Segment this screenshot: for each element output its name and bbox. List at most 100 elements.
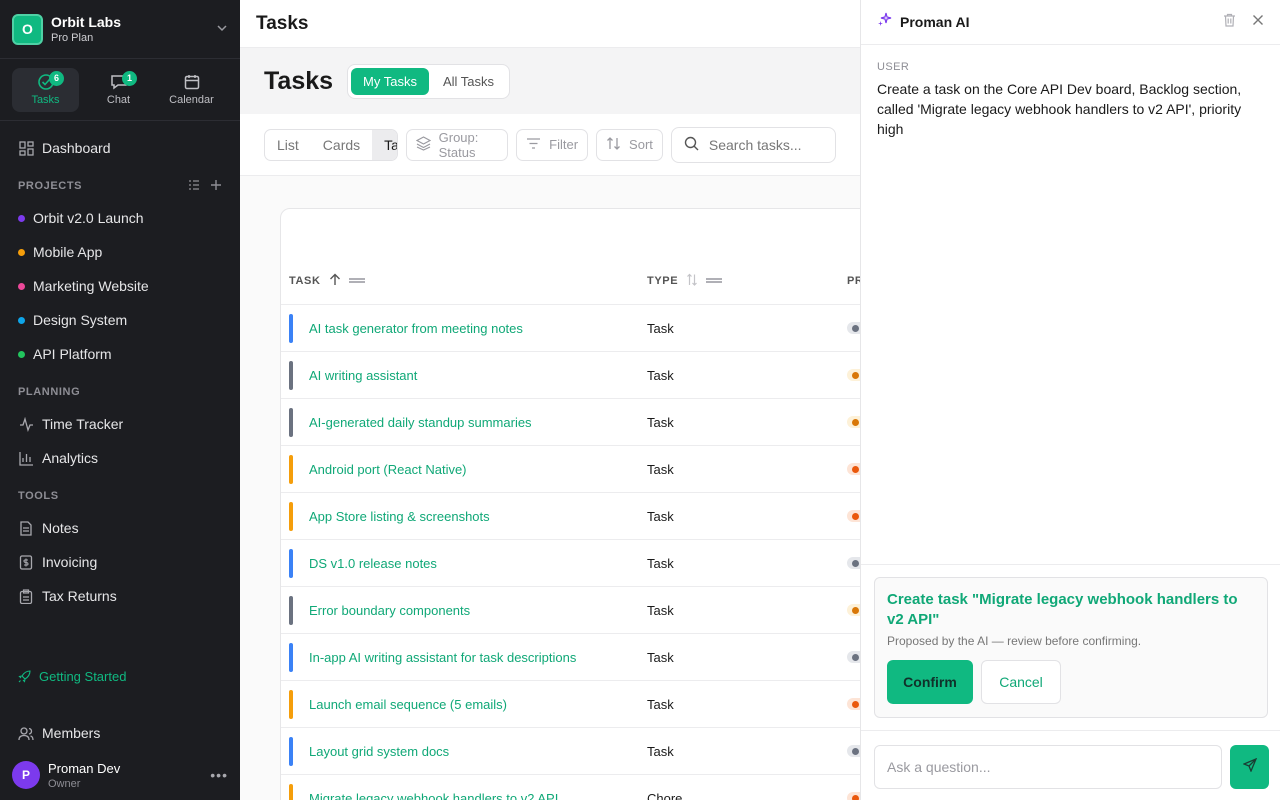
topbar-title: Tasks <box>256 12 309 34</box>
project-mobile[interactable]: Mobile App <box>10 235 230 269</box>
nav-time-tracker[interactable]: Time Tracker <box>10 407 230 441</box>
column-type[interactable]: TYPE <box>647 273 723 289</box>
tools-section-label: TOOLS <box>18 490 59 502</box>
tab-my-tasks[interactable]: My Tasks <box>351 67 429 95</box>
view-table[interactable]: Table <box>372 129 397 160</box>
table-row[interactable]: In-app AI writing assistant for task des… <box>281 634 860 681</box>
search-input[interactable]: Search tasks... <box>670 126 837 163</box>
group-button[interactable]: Group: Status <box>405 128 509 161</box>
status-color-bar <box>289 455 293 484</box>
priority-badge <box>847 604 860 616</box>
priority-badge <box>847 792 860 800</box>
task-type: Task <box>647 649 674 665</box>
project-color-dot <box>18 248 25 256</box>
table-row[interactable]: Error boundary components Task <box>281 587 860 634</box>
cancel-button[interactable]: Cancel <box>981 660 1061 704</box>
toolbar: List Cards Table Group: Status Filter So… <box>240 114 860 176</box>
send-button[interactable] <box>1230 745 1269 789</box>
task-name-link[interactable]: AI writing assistant <box>309 368 417 383</box>
action-proposal-card: Create task "Migrate legacy webhook hand… <box>874 577 1268 718</box>
user-profile[interactable]: P Proman Dev Owner ••• <box>12 755 228 795</box>
nav-dashboard[interactable]: Dashboard <box>10 131 230 165</box>
project-design[interactable]: Design System <box>10 303 230 337</box>
divider <box>861 564 1280 565</box>
table-row[interactable]: Launch email sequence (5 emails) Task <box>281 681 860 728</box>
table-row[interactable]: Android port (React Native) Task <box>281 446 860 493</box>
nav-time-tracker-label: Time Tracker <box>42 416 124 432</box>
ask-input[interactable]: Ask a question... <box>874 745 1222 789</box>
nav-members[interactable]: Members <box>10 716 230 750</box>
nav-analytics[interactable]: Analytics <box>10 441 230 475</box>
sort-icon <box>606 136 621 154</box>
task-name-link[interactable]: Error boundary components <box>309 603 470 618</box>
task-name-link[interactable]: Migrate legacy webhook handlers to v2 AP… <box>309 791 558 800</box>
task-name-link[interactable]: App Store listing & screenshots <box>309 509 490 524</box>
priority-dot <box>852 513 859 520</box>
nav-notes[interactable]: Notes <box>10 511 230 545</box>
projects-heading: PROJECTS <box>18 180 83 192</box>
task-name-link[interactable]: Layout grid system docs <box>309 744 449 759</box>
project-orbit[interactable]: Orbit v2.0 Launch <box>10 201 230 235</box>
getting-started-link[interactable]: Getting Started <box>10 662 230 690</box>
topnav-calendar[interactable]: Calendar <box>158 68 225 112</box>
topnav-tasks-label: Tasks <box>31 94 60 106</box>
project-marketing[interactable]: Marketing Website <box>10 269 230 303</box>
activity-icon <box>18 416 34 432</box>
drag-handle-icon[interactable] <box>348 278 365 283</box>
list-icon[interactable] <box>188 179 200 194</box>
task-name-link[interactable]: DS v1.0 release notes <box>309 556 437 571</box>
task-type: Task <box>647 461 674 477</box>
priority-badge <box>847 416 860 428</box>
chevron-down-icon[interactable] <box>216 22 228 37</box>
close-icon[interactable] <box>1252 13 1264 32</box>
filter-button[interactable]: Filter <box>516 128 589 161</box>
task-name-link[interactable]: AI-generated daily standup summaries <box>309 415 532 430</box>
topnav-chat[interactable]: Chat 1 <box>85 68 152 112</box>
workspace-switcher[interactable]: O Orbit Labs Pro Plan <box>0 0 240 59</box>
trash-icon[interactable] <box>1223 13 1236 32</box>
more-icon[interactable]: ••• <box>210 767 228 783</box>
table-row[interactable]: App Store listing & screenshots Task <box>281 493 860 540</box>
column-priority[interactable]: PR <box>847 275 860 287</box>
task-type: Task <box>647 414 674 430</box>
nav-invoicing[interactable]: Invoicing <box>10 545 230 579</box>
table-body: AI task generator from meeting notes Task… <box>281 305 860 800</box>
table-row[interactable]: Layout grid system docs Task <box>281 728 860 775</box>
column-priority-label: PR <box>847 274 860 287</box>
task-type: Chore <box>647 790 683 800</box>
table-row[interactable]: Migrate legacy webhook handlers to v2 AP… <box>281 775 860 800</box>
page-header: Tasks My Tasks All Tasks <box>240 48 860 114</box>
view-cards[interactable]: Cards <box>311 130 372 160</box>
table-row[interactable]: AI writing assistant Task <box>281 352 860 399</box>
bar-chart-icon <box>18 451 34 466</box>
task-name-link[interactable]: Android port (React Native) <box>309 462 467 477</box>
tab-all-tasks[interactable]: All Tasks <box>431 68 506 95</box>
status-color-bar <box>289 549 293 578</box>
project-api[interactable]: API Platform <box>10 337 230 371</box>
task-name-link[interactable]: Launch email sequence (5 emails) <box>309 697 507 712</box>
topnav-tasks[interactable]: Tasks 6 <box>12 67 79 112</box>
project-name: Mobile App <box>33 244 103 260</box>
view-list[interactable]: List <box>265 130 311 160</box>
column-task[interactable]: TASK <box>289 273 365 289</box>
search-placeholder: Search tasks... <box>708 136 802 153</box>
nav-tax-returns[interactable]: Tax Returns <box>10 579 230 613</box>
rocket-icon <box>18 669 31 683</box>
add-project-icon[interactable] <box>210 179 222 194</box>
priority-badge <box>847 698 860 710</box>
table-row[interactable]: DS v1.0 release notes Task <box>281 540 860 587</box>
drag-handle-icon[interactable] <box>706 278 723 283</box>
sort-button[interactable]: Sort <box>596 128 663 161</box>
proposal-title: Create task "Migrate legacy webhook hand… <box>887 591 1238 628</box>
table-row[interactable]: AI task generator from meeting notes Task <box>281 305 860 352</box>
task-name-link[interactable]: In-app AI writing assistant for task des… <box>309 650 576 665</box>
priority-dot <box>852 795 859 800</box>
priority-badge <box>847 369 860 381</box>
confirm-button[interactable]: Confirm <box>887 660 973 704</box>
status-color-bar <box>289 408 293 437</box>
sort-icon <box>686 273 698 289</box>
table-row[interactable]: AI-generated daily standup summaries Task <box>281 399 860 446</box>
task-name-link[interactable]: AI task generator from meeting notes <box>309 321 523 336</box>
file-text-icon <box>18 520 34 536</box>
clipboard-icon <box>18 588 34 604</box>
